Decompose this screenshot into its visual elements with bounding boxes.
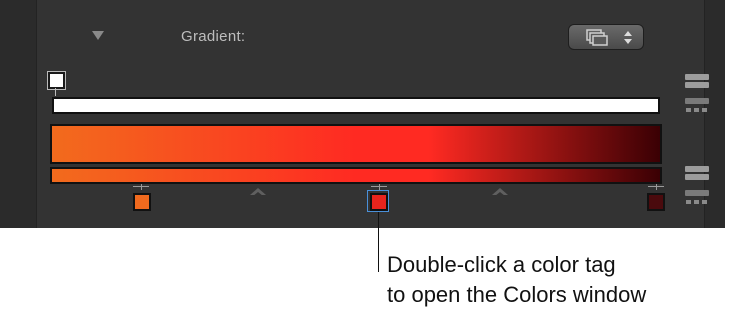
opacity-tag[interactable] bbox=[47, 71, 66, 90]
callout-line bbox=[378, 212, 379, 272]
color-tag-dark-red[interactable] bbox=[647, 193, 665, 211]
gradient-inspector-panel: Gradient: bbox=[0, 0, 725, 228]
gradient-preset-menu[interactable] bbox=[568, 24, 644, 50]
gradient-label: Gradient: bbox=[181, 28, 246, 45]
callout-text: Double-click a color tag to open the Col… bbox=[387, 250, 737, 310]
midpoint-marker-hollow bbox=[495, 192, 505, 196]
opacity-list-buttons-icon[interactable] bbox=[685, 74, 709, 118]
opacity-tag-stem bbox=[55, 88, 56, 96]
gradient-preview-bar bbox=[50, 124, 662, 164]
opacity-bar[interactable] bbox=[52, 97, 660, 114]
color-tag-red[interactable] bbox=[370, 193, 388, 211]
midpoint-marker-hollow bbox=[253, 192, 263, 196]
color-tag-stem bbox=[656, 184, 657, 190]
color-list-buttons-icon[interactable] bbox=[685, 166, 709, 214]
panel-left-margin bbox=[0, 0, 37, 228]
color-bar[interactable] bbox=[50, 167, 662, 184]
callout-line-1: Double-click a color tag bbox=[387, 252, 616, 277]
callout-line-2: to open the Colors window bbox=[387, 282, 647, 307]
disclosure-triangle-icon[interactable] bbox=[92, 31, 104, 40]
stacked-layers-icon bbox=[586, 29, 608, 46]
up-down-arrows-icon bbox=[624, 31, 632, 44]
color-tag-orange[interactable] bbox=[133, 193, 151, 211]
color-tag-stem bbox=[141, 184, 142, 190]
